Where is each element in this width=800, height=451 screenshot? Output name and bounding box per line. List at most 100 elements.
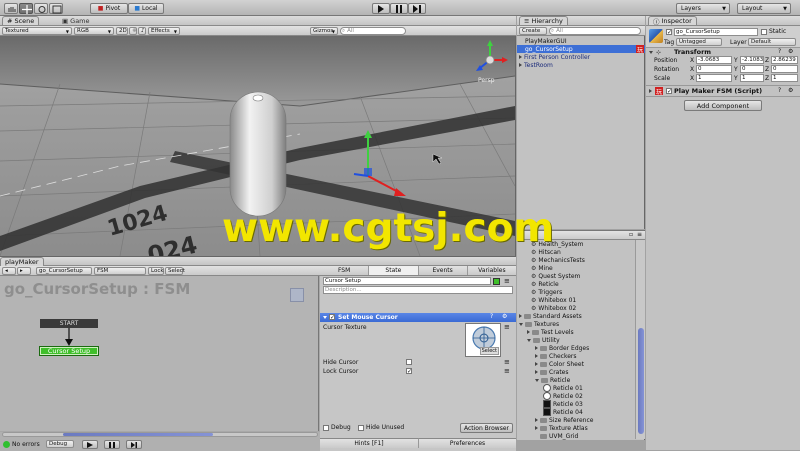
gear-icon[interactable]: ⚙ xyxy=(788,48,793,55)
layout-dropdown[interactable]: Layout ▼ xyxy=(737,3,791,14)
pivot-button[interactable]: ■ Pivot xyxy=(90,3,128,14)
position-x-field[interactable]: -3.0683 xyxy=(696,56,732,64)
hand-tool-button[interactable] xyxy=(4,3,18,14)
project-item[interactable]: Standard Assets xyxy=(517,312,635,320)
menu-icon[interactable]: ≡ xyxy=(504,358,510,366)
rotate-tool-button[interactable] xyxy=(34,3,48,14)
tab-game[interactable]: ▣ Game xyxy=(58,16,94,25)
scene-orientation-gizmo[interactable]: Persp xyxy=(470,38,510,84)
debug-step-button[interactable] xyxy=(126,440,142,449)
menu-icon[interactable]: ≡ xyxy=(504,367,510,375)
scale-x-field[interactable]: 1 xyxy=(696,74,732,82)
expand-arrow-icon[interactable] xyxy=(535,370,538,374)
add-component-button[interactable]: Add Component xyxy=(684,100,762,111)
project-item[interactable]: Textures xyxy=(517,320,635,328)
project-item[interactable]: Size Reference xyxy=(517,416,635,424)
object-name-field[interactable]: go_CursorSetup xyxy=(674,28,758,36)
lighting-toggle[interactable]: ☼ xyxy=(129,27,137,35)
project-scroll-thumb[interactable] xyxy=(638,328,644,434)
script-enabled-checkbox[interactable]: ✓ xyxy=(666,88,672,95)
scale-z-field[interactable]: 1 xyxy=(771,74,798,82)
graph-scrollbar[interactable] xyxy=(2,432,318,437)
hierarchy-item[interactable]: PlayMakerGUI xyxy=(517,37,645,45)
project-item[interactable]: ⚙ Mine xyxy=(517,264,635,272)
project-item[interactable]: Texture Atlas xyxy=(517,424,635,432)
project-item[interactable]: ⚙ Whitebox 01 xyxy=(517,296,635,304)
project-item[interactable]: ⚙ Reticle xyxy=(517,280,635,288)
project-item[interactable]: Color Sheet xyxy=(517,360,635,368)
project-scrollbar[interactable] xyxy=(635,240,645,439)
rotation-y-field[interactable]: 0 xyxy=(740,65,764,73)
project-item[interactable]: Checkers xyxy=(517,352,635,360)
collapse-arrow-icon[interactable] xyxy=(527,338,531,342)
debug-pause-button[interactable] xyxy=(104,440,120,449)
help-icon[interactable]: ? xyxy=(778,48,781,55)
tab-state[interactable]: State xyxy=(368,266,419,275)
help-icon[interactable]: ? xyxy=(490,313,493,320)
rotation-x-field[interactable]: 0 xyxy=(696,65,732,73)
scale-y-field[interactable]: 1 xyxy=(740,74,764,82)
project-item[interactable]: Reticle xyxy=(517,376,635,384)
position-y-field[interactable]: -2.1083 xyxy=(740,56,764,64)
project-item[interactable]: ⚙ Quest System xyxy=(517,272,635,280)
tab-fsm[interactable]: FSM xyxy=(320,266,368,275)
minimap-box[interactable] xyxy=(290,288,304,302)
project-item[interactable]: Utility xyxy=(517,336,635,344)
project-item[interactable]: Reticle 04 xyxy=(517,408,635,416)
play-button[interactable] xyxy=(372,3,390,14)
state-name-field[interactable]: Cursor Setup xyxy=(323,277,491,285)
next-arrow-button[interactable]: ▸ xyxy=(17,267,31,275)
expand-arrow-icon[interactable] xyxy=(649,89,652,93)
project-item[interactable]: UVM_Grid xyxy=(517,432,635,440)
active-checkbox[interactable]: ✓ xyxy=(666,29,672,36)
tab-playmaker[interactable]: playMaker xyxy=(0,257,44,266)
collapse-arrow-icon[interactable] xyxy=(323,316,327,319)
pause-button[interactable] xyxy=(390,3,408,14)
expand-arrow-icon[interactable] xyxy=(535,426,538,430)
gear-icon[interactable]: ⚙ xyxy=(788,87,793,94)
debug-checkbox[interactable] xyxy=(323,425,329,431)
layers-dropdown[interactable]: Layers ▼ xyxy=(676,3,730,14)
debug-play-button[interactable] xyxy=(82,440,98,449)
action-header[interactable]: ✓ Set Mouse Cursor ? ⚙ xyxy=(320,313,516,322)
gizmos-dropdown[interactable]: Gizmos ▼ xyxy=(310,27,338,35)
state-node-cursor-setup[interactable]: Cursor Setup xyxy=(39,346,99,356)
tab-events[interactable]: Events xyxy=(419,266,467,275)
collapse-arrow-icon[interactable] xyxy=(535,378,539,382)
project-item[interactable]: Reticle 02 xyxy=(517,392,635,400)
expand-arrow-icon[interactable] xyxy=(519,55,522,59)
tab-scene[interactable]: # Scene xyxy=(2,16,40,25)
description-field[interactable]: Description... xyxy=(323,286,513,294)
help-icon[interactable]: ? xyxy=(778,87,781,94)
effects-dropdown[interactable]: Effects ▼ xyxy=(148,27,180,35)
project-item[interactable]: ⚙ Triggers xyxy=(517,288,635,296)
expand-arrow-icon[interactable] xyxy=(535,362,538,366)
hide-unused-checkbox[interactable] xyxy=(358,425,364,431)
lock-icon[interactable]: ▫ xyxy=(629,231,633,238)
hierarchy-item-selected[interactable]: go_CursorSetup 玩 xyxy=(517,45,645,54)
expand-arrow-icon[interactable] xyxy=(535,346,538,350)
tab-inspector[interactable]: ⓘ Inspector xyxy=(648,16,697,26)
menu-icon[interactable]: ≡ xyxy=(504,277,510,285)
expand-arrow-icon[interactable] xyxy=(527,330,530,334)
graph-scroll-thumb[interactable] xyxy=(63,433,213,436)
lock-cursor-checkbox[interactable]: ✓ xyxy=(406,368,412,375)
step-button[interactable] xyxy=(408,3,426,14)
project-item[interactable]: Crates xyxy=(517,368,635,376)
hints-button[interactable]: Hints [F1] xyxy=(320,438,418,448)
collapse-arrow-icon[interactable] xyxy=(649,51,653,54)
fsm-graph[interactable]: go_CursorSetup : FSM START Cursor Setup xyxy=(0,276,319,431)
action-browser-button[interactable]: Action Browser xyxy=(460,423,513,433)
hide-cursor-checkbox[interactable] xyxy=(406,359,412,365)
shading-mode-dropdown[interactable]: Textured ▼ xyxy=(2,27,72,35)
hierarchy-search-input[interactable]: ⌕ All xyxy=(549,27,641,35)
texture-select-label[interactable]: Select xyxy=(479,347,499,355)
select-button[interactable]: Select xyxy=(165,267,185,275)
static-checkbox[interactable] xyxy=(761,29,767,35)
project-item[interactable]: Reticle 03 xyxy=(517,400,635,408)
project-item[interactable]: Border Edges xyxy=(517,344,635,352)
errors-status[interactable]: No errors xyxy=(3,440,40,449)
move-tool-button[interactable] xyxy=(19,3,33,14)
expand-arrow-icon[interactable] xyxy=(535,354,538,358)
tag-dropdown[interactable]: Untagged xyxy=(676,38,722,46)
